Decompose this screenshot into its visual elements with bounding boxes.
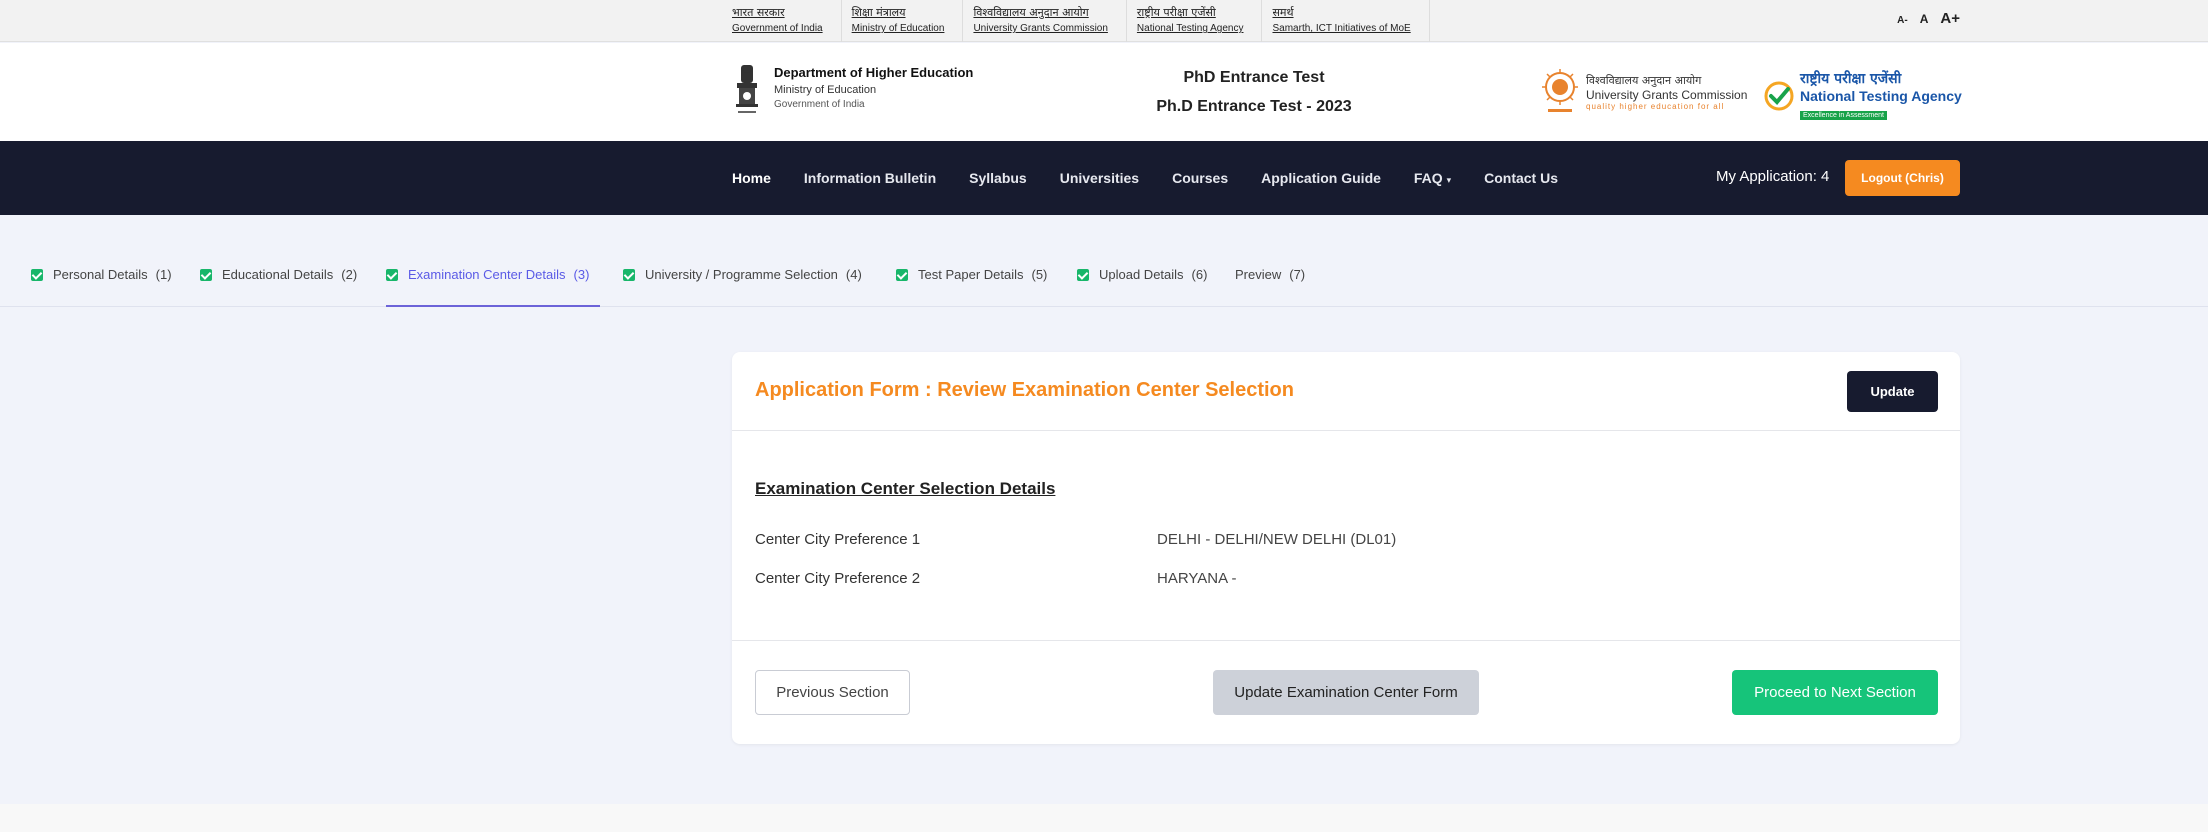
gov-link-hindi[interactable]: शिक्षा मंत्रालय [852, 6, 945, 20]
check-icon [1077, 269, 1089, 281]
nav-universities[interactable]: Universities [1060, 170, 1139, 186]
national-emblem-icon [736, 65, 758, 113]
step-test-paper-details[interactable]: Test Paper Details (5) [896, 255, 1047, 307]
center-pref-1-value: DELHI - DELHI/NEW DELHI (DL01) [1157, 531, 1397, 548]
step-examination-center-details[interactable]: Examination Center Details (3) [386, 255, 600, 307]
exam-subtitle: Ph.D Entrance Test - 2023 [1156, 98, 1352, 115]
nav-information-bulletin[interactable]: Information Bulletin [804, 170, 936, 186]
check-icon [896, 269, 908, 281]
step-number: (1) [155, 267, 172, 282]
step-number: (7) [1289, 267, 1306, 282]
center-pref-1-label: Center City Preference 1 [755, 531, 921, 548]
gov-link-hindi[interactable]: विश्वविद्यालय अनुदान आयोग [973, 6, 1107, 20]
gov-links: भारत सरकार Government of India शिक्षा मं… [722, 0, 1430, 42]
center-pref-2-value: HARYANA - [1157, 570, 1237, 587]
nta-name-hindi: राष्ट्रीय परीक्षा एजेंसी [1800, 71, 1902, 87]
center-pref-2-label: Center City Preference 2 [755, 570, 921, 587]
check-icon [200, 269, 212, 281]
card-title: Application Form : Review Examination Ce… [755, 379, 1294, 401]
ugc-name-english: University Grants Commission [1586, 88, 1748, 102]
gov-link-ugc[interactable]: विश्वविद्यालय अनुदान आयोग University Gra… [963, 0, 1127, 42]
proceed-next-section-button[interactable]: Proceed to Next Section [1732, 670, 1938, 715]
exam-title: PhD Entrance Test [1183, 69, 1325, 86]
section-title: Examination Center Selection Details [755, 479, 1056, 498]
gov-link-hindi[interactable]: भारत सरकार [732, 6, 823, 20]
step-number: (2) [341, 267, 358, 282]
check-icon [623, 269, 635, 281]
nav-faq-label: FAQ [1413, 170, 1443, 186]
dept-government: Government of India [774, 99, 865, 110]
dept-title: Department of Higher Education [774, 65, 974, 80]
department-block: Department of Higher Education Ministry … [774, 65, 973, 110]
exam-title-block: PhD Entrance Test Ph.D Entrance Test - 2… [1100, 69, 1408, 116]
dept-ministry: Ministry of Education [774, 84, 877, 96]
gov-link-hindi[interactable]: समर्थ [1272, 6, 1410, 20]
card-body: Examination Center Selection Details Cen… [732, 431, 1960, 641]
logout-button[interactable]: Logout (Chris) [1845, 160, 1960, 196]
step-label: Test Paper Details [918, 267, 1024, 282]
ugc-logo: विश्वविद्यालय अनुदान आयोग University Gra… [1540, 69, 1747, 115]
check-icon [31, 269, 43, 281]
nta-check-icon [1764, 81, 1794, 110]
step-label: Preview [1235, 267, 1282, 282]
check-icon [386, 269, 398, 281]
site-header: Department of Higher Education Ministry … [0, 43, 2208, 141]
step-label: Personal Details [53, 267, 148, 282]
ugc-emblem-icon [1542, 69, 1578, 112]
nav-menu: Home Information Bulletin Syllabus Unive… [732, 141, 1558, 215]
step-label: Upload Details [1099, 267, 1184, 282]
font-increase-button[interactable]: A+ [1940, 10, 1960, 27]
step-preview[interactable]: Preview (7) [1235, 255, 1305, 307]
step-personal-details[interactable]: Personal Details (1) [31, 255, 172, 307]
gov-link-hindi[interactable]: राष्ट्रीय परीक्षा एजेंसी [1137, 6, 1244, 20]
nta-name-english: National Testing Agency [1800, 88, 1962, 104]
gov-link-nta[interactable]: राष्ट्रीय परीक्षा एजेंसी National Testin… [1127, 0, 1263, 42]
application-steps: Personal Details (1) Educational Details… [0, 255, 2208, 307]
card-footer: Previous Section Update Examination Cent… [732, 641, 1960, 743]
step-number: (3) [573, 267, 590, 282]
gov-link-english[interactable]: National Testing Agency [1137, 22, 1244, 36]
gov-link-english[interactable]: Samarth, ICT Initiatives of MoE [1272, 22, 1410, 36]
ugc-tagline: quality higher education for all [1586, 102, 1725, 111]
nav-courses[interactable]: Courses [1172, 170, 1228, 186]
update-button[interactable]: Update [1847, 371, 1938, 412]
step-number: (5) [1031, 267, 1048, 282]
caret-down-icon: ▾ [1446, 175, 1452, 185]
gov-link-english[interactable]: Ministry of Education [852, 22, 945, 36]
review-card: Application Form : Review Examination Ce… [732, 352, 1960, 744]
font-reset-button[interactable]: A [1920, 12, 1929, 26]
gov-link-moe[interactable]: शिक्षा मंत्रालय Ministry of Education [842, 0, 964, 42]
step-upload-details[interactable]: Upload Details (6) [1077, 255, 1207, 307]
font-decrease-button[interactable]: A- [1897, 15, 1908, 26]
gov-link-english[interactable]: University Grants Commission [973, 22, 1107, 36]
step-educational-details[interactable]: Educational Details (2) [200, 255, 357, 307]
step-label: University / Programme Selection [645, 267, 838, 282]
step-label: Examination Center Details [408, 267, 566, 282]
gov-link-english[interactable]: Government of India [732, 22, 823, 36]
update-exam-center-form-button[interactable]: Update Examination Center Form [1213, 670, 1479, 715]
step-number: (4) [845, 267, 862, 282]
nav-home[interactable]: Home [732, 170, 771, 186]
nav-contact-us[interactable]: Contact Us [1484, 170, 1558, 186]
step-number: (6) [1191, 267, 1208, 282]
card-header: Application Form : Review Examination Ce… [732, 352, 1960, 431]
nav-syllabus[interactable]: Syllabus [969, 170, 1027, 186]
main-navbar: Home Information Bulletin Syllabus Unive… [0, 141, 2208, 215]
nav-faq-dropdown[interactable]: FAQ ▾ [1414, 170, 1451, 186]
step-label: Educational Details [222, 267, 334, 282]
nta-logo: राष्ट्रीय परीक्षा एजेंसी National Testin… [1764, 69, 1962, 122]
previous-section-button[interactable]: Previous Section [755, 670, 910, 715]
gov-link-india[interactable]: भारत सरकार Government of India [722, 0, 842, 42]
footer-band [0, 804, 2208, 832]
step-university-programme-selection[interactable]: University / Programme Selection (4) [623, 255, 862, 307]
my-application-count[interactable]: My Application: 4 [1716, 168, 1829, 185]
nta-tagline: Excellence in Assessment [1800, 111, 1887, 120]
gov-top-strip: भारत सरकार Government of India शिक्षा मं… [0, 0, 2208, 42]
font-size-controls: A- A A+ [1897, 10, 1960, 27]
ugc-name-hindi: विश्वविद्यालय अनुदान आयोग [1586, 74, 1702, 87]
nav-application-guide[interactable]: Application Guide [1261, 170, 1381, 186]
gov-link-samarth[interactable]: समर्थ Samarth, ICT Initiatives of MoE [1262, 0, 1430, 42]
